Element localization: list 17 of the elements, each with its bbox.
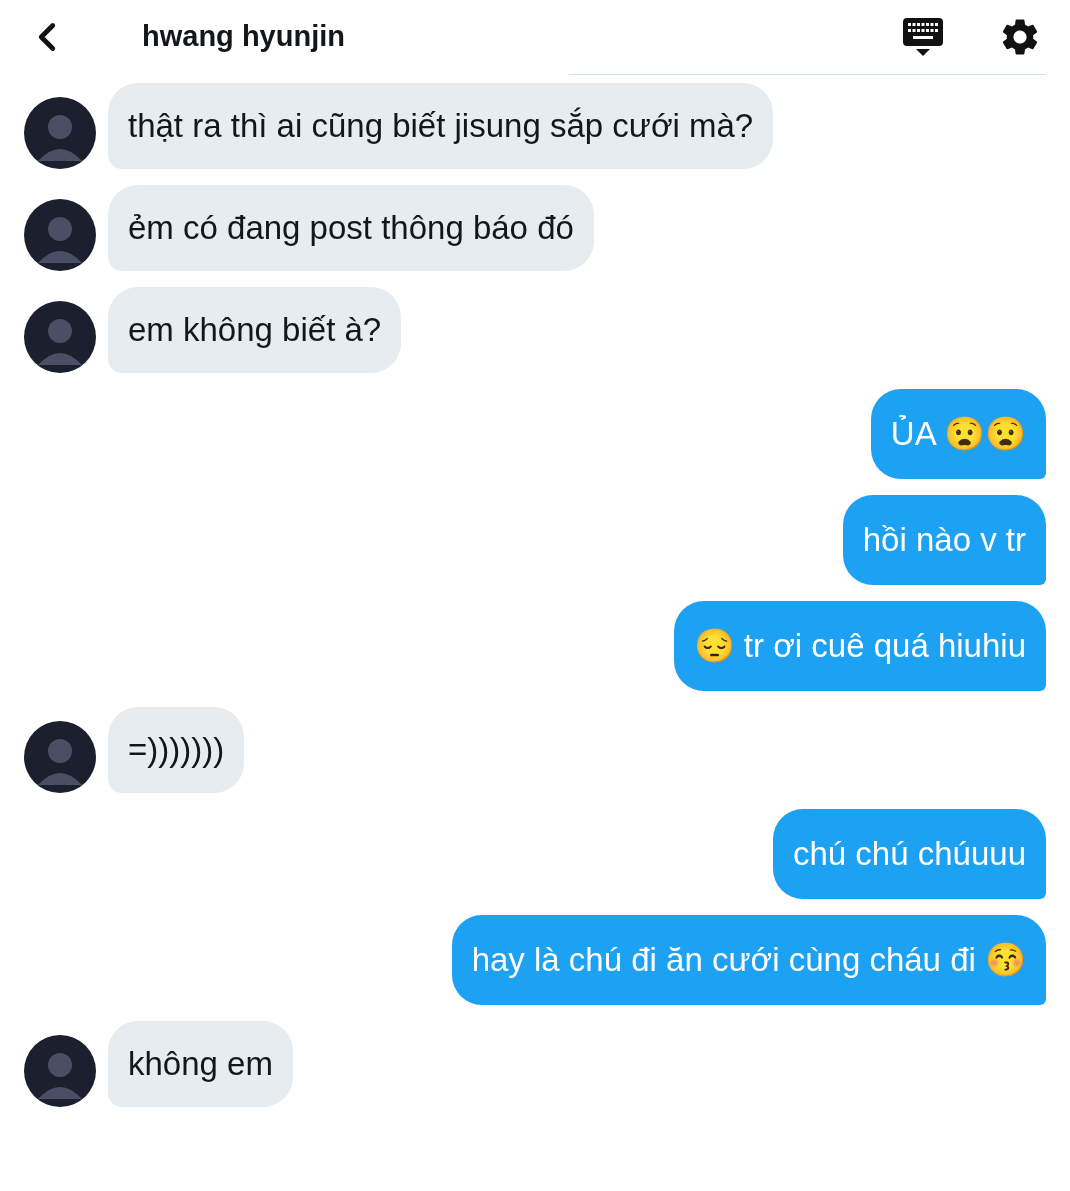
message-bubble: ẻm có đang post thông báo đó <box>108 185 594 271</box>
avatar-icon <box>24 199 96 271</box>
avatar-icon <box>24 301 96 373</box>
message-bubble: không em <box>108 1021 293 1107</box>
message-bubble: em không biết à? <box>108 287 402 373</box>
message-bubble: thật ra thì ai cũng biết jisung sắp cưới mà? <box>108 83 774 169</box>
avatar-icon <box>24 97 96 169</box>
message-bubble: chú chú chúuuu <box>773 809 1046 899</box>
avatar-icon <box>24 1035 96 1107</box>
message-bubble: 😔 tr ơi cuê quá hiuhiu <box>673 601 1046 691</box>
avatar-icon <box>24 721 96 793</box>
chat-title: hwang hyunjin <box>142 19 345 55</box>
keyboard-icon[interactable] <box>902 17 944 57</box>
message-bubble: ỦA 😧😧 <box>870 389 1046 479</box>
message-bubble: =))))))) <box>108 707 245 793</box>
message-bubble: hồi nào v tr <box>842 495 1046 585</box>
message-bubble: hay là chú đi ăn cưới cùng cháu đi 😚 <box>451 915 1046 1005</box>
